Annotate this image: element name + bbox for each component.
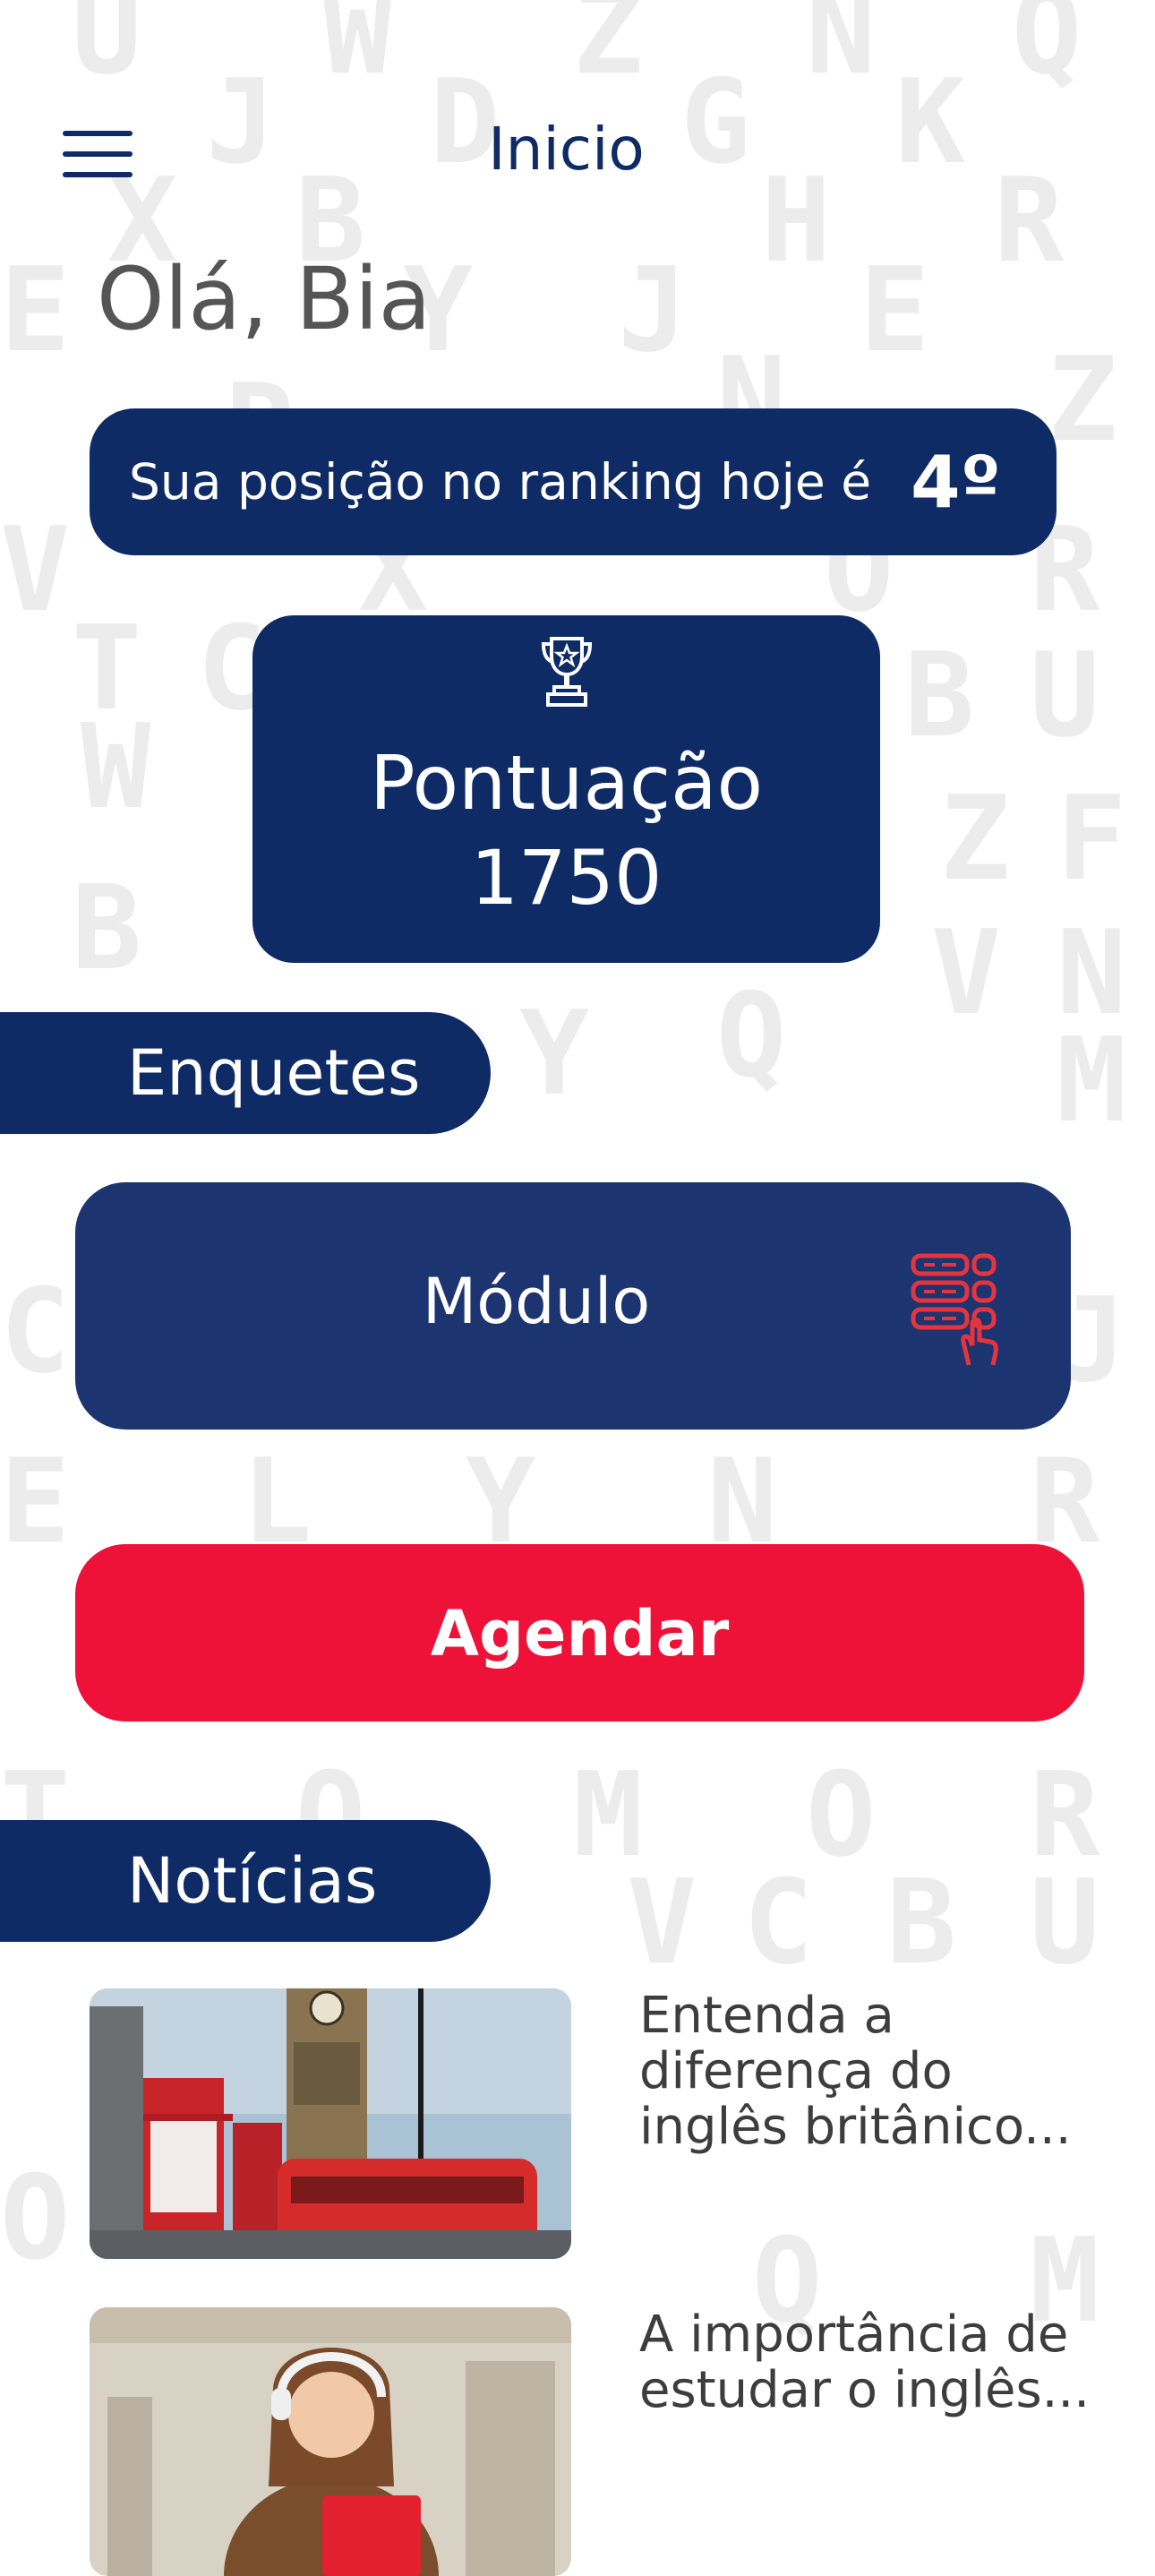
news-title: A importância de estudar o inglês... [639, 2306, 1091, 2419]
news-title: Entenda a diferença do inglês britânico.… [639, 1987, 1072, 2156]
ranking-card: Sua posição no ranking hoje é 4º [90, 408, 1057, 555]
trophy-icon [541, 637, 593, 707]
section-tab-polls: Enquetes [0, 1012, 491, 1134]
greeting: Olá, Bia [97, 249, 432, 349]
news-thumbnail-london [90, 1988, 571, 2259]
news-thumbnail-student [90, 2307, 571, 2576]
module-label: Módulo [422, 1265, 651, 1338]
ranking-position: 4º [911, 440, 1001, 524]
section-tab-news: Notícias [0, 1820, 491, 1942]
score-card: Pontuação 1750 [252, 615, 880, 963]
news-item[interactable]: Entenda a diferença do inglês britânico.… [90, 1988, 1092, 2259]
schedule-button[interactable]: Agendar [75, 1544, 1084, 1722]
module-card[interactable]: Módulo [75, 1182, 1071, 1430]
score-value: 1750 [470, 834, 663, 922]
ranking-text: Sua posição no ranking hoje é [129, 453, 872, 511]
score-label: Pontuação [370, 739, 763, 827]
page-title: Inicio [488, 115, 645, 184]
module-select-icon [911, 1253, 998, 1366]
news-item[interactable]: A importância de estudar o inglês... [90, 2307, 1092, 2576]
